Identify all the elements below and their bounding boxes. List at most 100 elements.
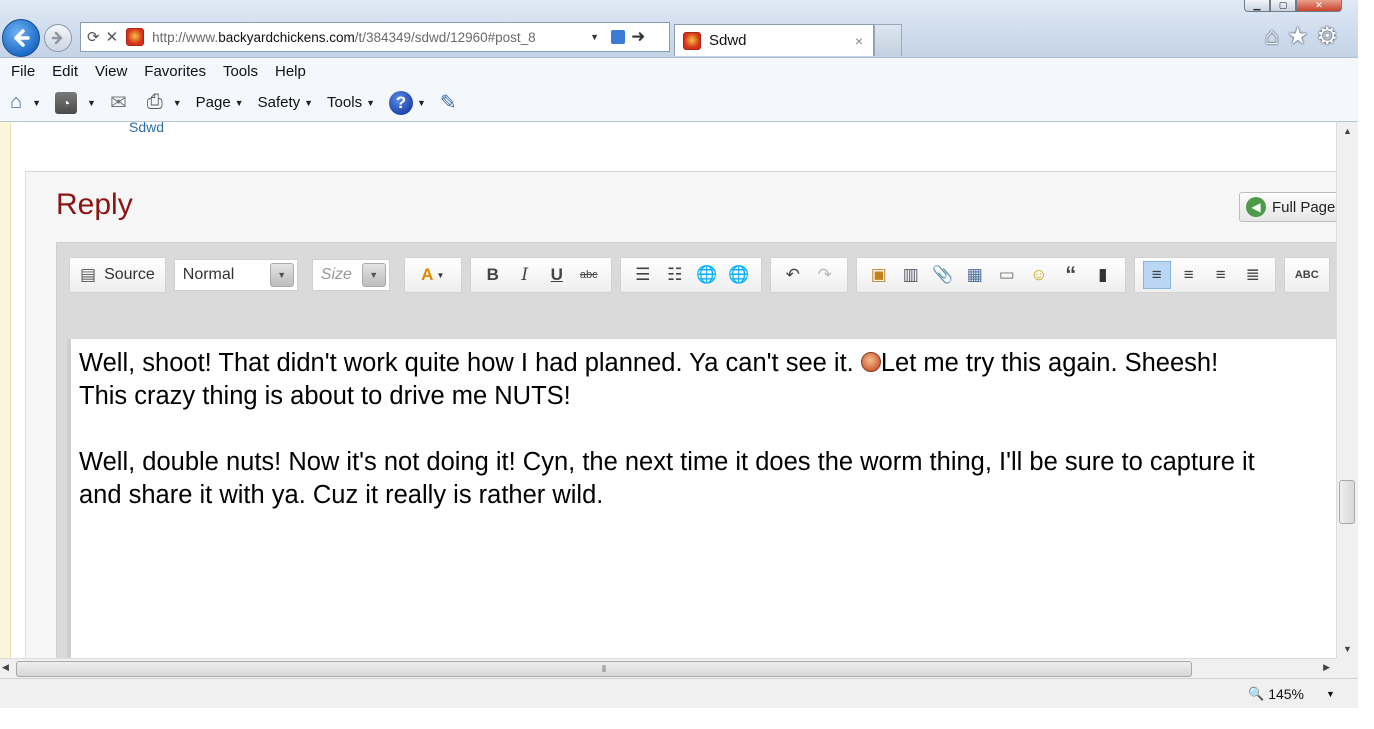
bulleted-list-button[interactable]: ☷ bbox=[661, 261, 689, 289]
new-tab-button[interactable] bbox=[874, 24, 902, 56]
page-menu-button[interactable]: Page ▼ bbox=[196, 94, 244, 111]
safety-menu-label: Safety bbox=[257, 94, 301, 111]
horizontal-scroll-thumb[interactable]: ⦀ bbox=[16, 661, 1192, 677]
chevron-down-icon[interactable]: ▼ bbox=[32, 98, 41, 108]
mail-icon: ✉ bbox=[109, 92, 127, 114]
full-page-label: Full Page bbox=[1272, 198, 1336, 216]
bulleted-list-icon: ☷ bbox=[667, 265, 683, 284]
editor-content-area[interactable]: Well, shoot! That didn't work quite how … bbox=[67, 339, 1336, 658]
previous-post-author-link[interactable]: Sdwd bbox=[129, 122, 164, 135]
numbered-list-button[interactable]: ☰ bbox=[629, 261, 657, 289]
scroll-right-icon[interactable]: ▶ bbox=[1323, 662, 1330, 673]
source-button[interactable]: ▤ Source bbox=[76, 265, 159, 285]
chevron-down-icon[interactable]: ▼ bbox=[1326, 689, 1335, 699]
settings-gear-icon[interactable]: ⚙ bbox=[1316, 24, 1338, 50]
insert-video-button[interactable]: ▥ bbox=[897, 261, 925, 289]
chevron-down-icon[interactable]: ▼ bbox=[361, 263, 386, 287]
menu-help[interactable]: Help bbox=[275, 63, 306, 80]
italic-button[interactable]: I bbox=[511, 261, 539, 289]
zoom-level: 145% bbox=[1268, 686, 1304, 702]
numbered-list-icon: ☰ bbox=[635, 265, 651, 284]
url-text[interactable]: http://www.backyardchickens.com/t/384349… bbox=[152, 30, 584, 45]
stop-icon[interactable]: ✕ bbox=[106, 28, 119, 46]
menu-file[interactable]: File bbox=[11, 63, 35, 80]
chevron-down-icon[interactable]: ▼ bbox=[87, 98, 96, 108]
compatibility-view-icon[interactable] bbox=[611, 30, 626, 44]
horizontal-rule-button[interactable]: ▭ bbox=[993, 261, 1021, 289]
home-icon[interactable]: ⌂ bbox=[1264, 24, 1279, 50]
menu-favorites[interactable]: Favorites bbox=[144, 63, 206, 80]
strikethrough-button[interactable]: abc bbox=[575, 261, 603, 289]
back-button[interactable] bbox=[2, 19, 40, 57]
print-button[interactable]: ⎙ ▼ bbox=[147, 91, 182, 114]
help-menu-button[interactable]: ? ▼ bbox=[389, 90, 426, 115]
forward-button[interactable] bbox=[44, 24, 72, 52]
scroll-up-icon[interactable]: ▲ bbox=[1343, 126, 1352, 136]
tab-sdwd[interactable]: Sdwd × bbox=[674, 24, 874, 56]
maximize-button[interactable]: ▢ bbox=[1270, 0, 1296, 12]
read-mail-button[interactable]: ✉ bbox=[110, 90, 133, 115]
align-right-button[interactable]: ≡ bbox=[1207, 261, 1235, 289]
unlink-button[interactable]: 🌐 bbox=[725, 261, 753, 289]
undo-group: ↶ ↷ bbox=[769, 257, 848, 293]
scroll-down-icon[interactable]: ▼ bbox=[1343, 644, 1352, 654]
menu-view[interactable]: View bbox=[95, 63, 127, 80]
close-window-button[interactable]: ✕ bbox=[1296, 0, 1342, 12]
safety-menu-button[interactable]: Safety ▼ bbox=[258, 94, 313, 111]
redo-button[interactable]: ↷ bbox=[811, 261, 839, 289]
align-left-button[interactable]: ≡ bbox=[1142, 261, 1171, 289]
help-icon: ? bbox=[389, 90, 413, 115]
feeds-button[interactable]: ◔ ▼ bbox=[55, 91, 96, 114]
zoom-control[interactable]: 🔍 145% ▼ bbox=[1248, 686, 1335, 702]
smiley-icon: ☺ bbox=[1030, 265, 1048, 284]
window-controls: ▁ ▢ ✕ bbox=[1244, 0, 1342, 12]
insert-image-button[interactable]: ▣ bbox=[865, 261, 893, 289]
size-select[interactable]: Size ▼ bbox=[311, 259, 390, 291]
align-justify-button[interactable]: ≣ bbox=[1239, 261, 1267, 289]
url-dropdown-icon[interactable]: ▼ bbox=[590, 32, 599, 42]
tab-close-icon[interactable]: × bbox=[855, 33, 863, 49]
insert-table-button[interactable]: ▦ bbox=[961, 261, 989, 289]
chevron-down-icon[interactable]: ▼ bbox=[269, 263, 294, 287]
vertical-scroll-thumb[interactable] bbox=[1339, 480, 1355, 524]
paragraph-1-line-2: This crazy thing is about to drive me NU… bbox=[79, 382, 571, 410]
spellcheck-button[interactable]: ABC bbox=[1293, 261, 1321, 289]
horizontal-scrollbar[interactable]: ◀ ⦀ ▶ bbox=[0, 658, 1336, 678]
refresh-icon[interactable]: ⟳ bbox=[87, 28, 100, 46]
minimize-button[interactable]: ▁ bbox=[1244, 0, 1270, 12]
chevron-down-icon[interactable]: ▼ bbox=[173, 98, 182, 108]
unlink-globe-icon: 🌐 bbox=[728, 265, 750, 284]
address-bar[interactable]: ⟳ ✕ http://www.backyardchickens.com/t/38… bbox=[80, 22, 670, 52]
align-group: ≡ ≡ ≡ ≣ bbox=[1133, 257, 1276, 293]
scroll-left-icon[interactable]: ◀ bbox=[2, 662, 9, 673]
list-link-group: ☰ ☷ 🌐 🌐 bbox=[619, 257, 762, 293]
quote-button[interactable]: “ bbox=[1057, 261, 1085, 289]
spoiler-button[interactable]: ▮ bbox=[1089, 261, 1117, 289]
undo-button[interactable]: ↶ bbox=[779, 261, 807, 289]
circle-arrow-icon: ◀ bbox=[1246, 197, 1266, 217]
menu-edit[interactable]: Edit bbox=[52, 63, 78, 80]
bold-icon: B bbox=[486, 265, 499, 284]
paragraph-2-line-1: Well, double nuts! Now it's not doing it… bbox=[79, 448, 1255, 476]
go-arrow-icon[interactable]: ➜ bbox=[631, 27, 645, 47]
quote-icon: “ bbox=[1065, 262, 1077, 287]
redo-icon: ↷ bbox=[817, 265, 832, 284]
text-color-button[interactable]: A ▼ bbox=[413, 261, 453, 289]
attach-file-button[interactable]: 📎 bbox=[929, 261, 957, 289]
format-select[interactable]: Normal ▼ bbox=[173, 259, 298, 291]
home-command-button[interactable]: ⌂ ▼ bbox=[10, 91, 41, 114]
browser-right-icons: ⌂ ★ ⚙ bbox=[1264, 24, 1338, 50]
menu-bar: File Edit View Favorites Tools Help bbox=[0, 58, 1358, 84]
tools-menu-button[interactable]: Tools ▼ bbox=[327, 94, 375, 111]
full-page-button[interactable]: ◀ Full Page bbox=[1239, 192, 1336, 222]
smiley-button[interactable]: ☺ bbox=[1025, 261, 1053, 289]
research-button[interactable]: ✎ bbox=[440, 90, 463, 115]
menu-tools[interactable]: Tools bbox=[223, 63, 258, 80]
left-decor-strip bbox=[0, 122, 11, 658]
link-button[interactable]: 🌐 bbox=[693, 261, 721, 289]
favorites-star-icon[interactable]: ★ bbox=[1287, 24, 1309, 50]
align-center-button[interactable]: ≡ bbox=[1175, 261, 1203, 289]
underline-button[interactable]: U bbox=[543, 261, 571, 289]
bold-button[interactable]: B bbox=[479, 261, 507, 289]
vertical-scrollbar[interactable]: ▲ ▼ bbox=[1336, 122, 1358, 658]
